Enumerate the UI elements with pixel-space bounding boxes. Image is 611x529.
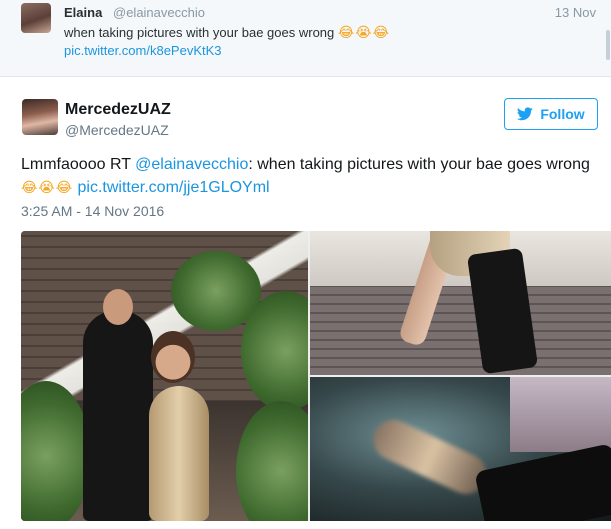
photo-wall bbox=[510, 377, 611, 452]
media-grid bbox=[21, 231, 611, 521]
photo-fall-blur[interactable] bbox=[310, 377, 611, 521]
parent-tweet: Elaina @elainavecchio 13 Nov when taking… bbox=[0, 0, 611, 77]
photo-couple-on-stairs[interactable] bbox=[21, 231, 308, 521]
parent-text-body: when taking pictures with your bae goes … bbox=[64, 25, 335, 40]
tweet-text: Lmmfaoooo RT @elainavecchio: when taking… bbox=[21, 153, 601, 199]
parent-avatar[interactable] bbox=[21, 3, 51, 33]
parent-date[interactable]: 13 Nov bbox=[555, 5, 596, 20]
emoji-crying-icon: 😂😭😂 bbox=[21, 179, 74, 195]
photo-man-head bbox=[103, 289, 133, 325]
photo-man bbox=[83, 311, 153, 521]
photo-woman bbox=[149, 386, 209, 521]
parent-author-handle[interactable]: @elainavecchio bbox=[113, 5, 205, 20]
media-link[interactable]: pic.twitter.com/jje1GLOYml bbox=[78, 179, 270, 196]
photo-woman-head bbox=[151, 331, 195, 383]
author-handle[interactable]: @MercedezUAZ bbox=[65, 122, 169, 138]
tweet-text-body: : when taking pictures with your bae goe… bbox=[248, 156, 590, 173]
parent-author-name[interactable]: Elaina bbox=[64, 5, 102, 20]
bird-icon bbox=[517, 107, 534, 121]
follow-button-label: Follow bbox=[540, 106, 585, 122]
tweet-text-prefix: Lmmfaoooo RT bbox=[21, 156, 136, 173]
avatar[interactable] bbox=[22, 99, 58, 135]
emoji-tears-of-joy-icon: 😂😭😂 bbox=[337, 24, 390, 40]
scrollbar[interactable] bbox=[605, 0, 611, 76]
photo-falling-legs[interactable] bbox=[310, 231, 611, 375]
photo-dark-figure bbox=[474, 443, 611, 521]
author-name[interactable]: MercedezUAZ bbox=[65, 101, 171, 119]
mention-link[interactable]: @elainavecchio bbox=[135, 156, 248, 173]
photo-blurred-figure bbox=[367, 413, 493, 501]
parent-media-link[interactable]: pic.twitter.com/k8ePevKtK3 bbox=[64, 43, 222, 58]
timestamp[interactable]: 3:25 AM - 14 Nov 2016 bbox=[21, 203, 164, 219]
scrollbar-thumb[interactable] bbox=[606, 30, 610, 60]
parent-tweet-text: when taking pictures with your bae goes … bbox=[64, 24, 390, 41]
follow-button[interactable]: Follow bbox=[504, 98, 598, 130]
